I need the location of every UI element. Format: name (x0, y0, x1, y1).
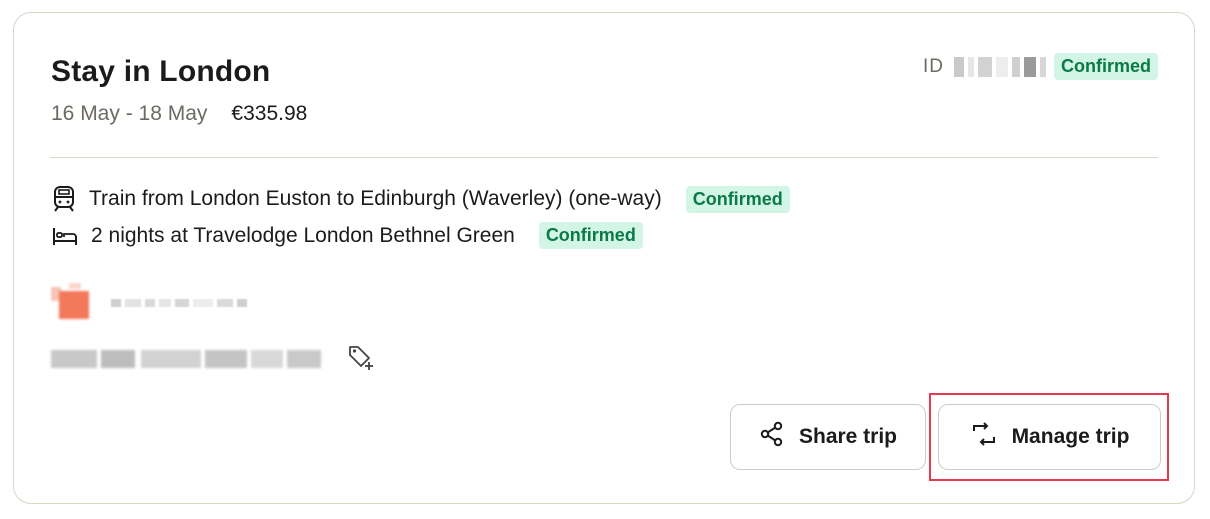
traveller-row (51, 283, 251, 323)
share-trip-label: Share trip (798, 425, 898, 448)
booking-id-label: ID (923, 55, 944, 77)
trip-dates: 16 May - 18 May (51, 102, 208, 125)
redacted-tag-text (51, 343, 321, 375)
train-booking-text: Train from London Euston to Edinburgh (W… (89, 187, 662, 210)
booking-id: ID Confirmed (923, 53, 1158, 80)
hotel-booking-text: 2 nights at Travelodge London Bethnel Gr… (91, 223, 515, 247)
share-icon (759, 421, 785, 453)
tag-row (51, 341, 375, 376)
add-tag-icon[interactable] (347, 343, 375, 376)
avatar (51, 283, 91, 323)
train-icon (51, 185, 77, 213)
trip-card: Stay in London 16 May - 18 May €335.98 I… (13, 12, 1195, 504)
train-status-badge: Confirmed (685, 185, 790, 213)
redacted-traveller-name (111, 299, 251, 307)
trip-title: Stay in London (51, 55, 271, 88)
manage-trip-label: Manage trip (1011, 425, 1130, 448)
trip-summary: 16 May - 18 May €335.98 (51, 102, 307, 126)
manage-trip-button[interactable]: Manage trip (938, 404, 1161, 470)
share-trip-button[interactable]: Share trip (730, 404, 926, 470)
manage-swap-icon (970, 422, 998, 452)
divider (50, 157, 1158, 158)
train-booking-item: Train from London Euston to Edinburgh (W… (51, 185, 790, 213)
bed-icon (51, 225, 79, 247)
trip-price: €335.98 (231, 102, 308, 125)
redacted-booking-id (954, 56, 1046, 77)
trip-status-badge: Confirmed (1054, 53, 1158, 80)
hotel-status-badge: Confirmed (538, 222, 643, 249)
hotel-booking-item: 2 nights at Travelodge London Bethnel Gr… (51, 222, 643, 249)
